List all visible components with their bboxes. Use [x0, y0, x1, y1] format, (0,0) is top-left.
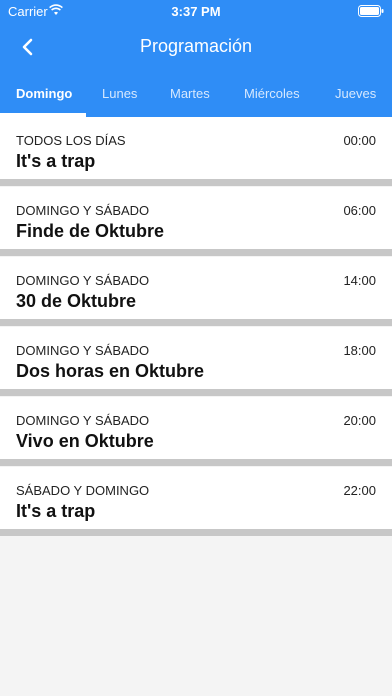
schedule-time: 22:00 — [343, 483, 376, 498]
schedule-item[interactable]: DOMINGO Y SÁBADO 18:00 Dos horas en Oktu… — [0, 327, 392, 396]
tab-miercoles[interactable]: Miércoles — [244, 86, 300, 101]
program-title: It's a trap — [16, 151, 96, 171]
schedule-time: 00:00 — [343, 133, 376, 148]
tab-domingo[interactable]: Domingo — [16, 86, 72, 101]
day-tabs: Domingo Lunes Martes Miércoles Jueves — [0, 72, 392, 117]
schedule-list: TODOS LOS DÍAS 00:00 It's a trap DOMINGO… — [0, 117, 392, 536]
schedule-days: DOMINGO Y SÁBADO — [16, 203, 150, 218]
schedule-days: DOMINGO Y SÁBADO — [16, 343, 150, 358]
schedule-days: TODOS LOS DÍAS — [16, 133, 126, 148]
app-header: Carrier 3:37 PM Programación Domingo Lun… — [0, 0, 392, 117]
program-title: Dos horas en Oktubre — [16, 361, 205, 381]
program-title: 30 de Oktubre — [16, 291, 137, 311]
status-time: 3:37 PM — [171, 4, 221, 19]
schedule-item[interactable]: DOMINGO Y SÁBADO 14:00 30 de Oktubre — [0, 257, 392, 326]
program-title: Vivo en Oktubre — [16, 431, 154, 451]
tab-lunes[interactable]: Lunes — [102, 86, 137, 101]
program-title: It's a trap — [16, 501, 96, 521]
schedule-time: 18:00 — [343, 343, 376, 358]
page-title: Programación — [139, 36, 253, 56]
tab-jueves[interactable]: Jueves — [335, 86, 376, 101]
tab-martes[interactable]: Martes — [170, 86, 210, 101]
schedule-days: DOMINGO Y SÁBADO — [16, 413, 150, 428]
schedule-days: DOMINGO Y SÁBADO — [16, 273, 150, 288]
schedule-item[interactable]: DOMINGO Y SÁBADO 06:00 Finde de Oktubre — [0, 187, 392, 256]
status-bar: Carrier 3:37 PM — [0, 0, 392, 22]
schedule-item[interactable]: TODOS LOS DÍAS 00:00 It's a trap — [0, 117, 392, 186]
navigation-bar: Programación — [0, 22, 392, 72]
schedule-item[interactable]: DOMINGO Y SÁBADO 20:00 Vivo en Oktubre — [0, 397, 392, 466]
schedule-time: 20:00 — [343, 413, 376, 428]
schedule-days: SÁBADO Y DOMINGO — [16, 483, 150, 498]
schedule-time: 06:00 — [343, 203, 376, 218]
battery-icon — [358, 5, 384, 17]
schedule-time: 14:00 — [343, 273, 376, 288]
schedule-item[interactable]: SÁBADO Y DOMINGO 22:00 It's a trap — [0, 467, 392, 536]
program-title: Finde de Oktubre — [16, 221, 165, 241]
